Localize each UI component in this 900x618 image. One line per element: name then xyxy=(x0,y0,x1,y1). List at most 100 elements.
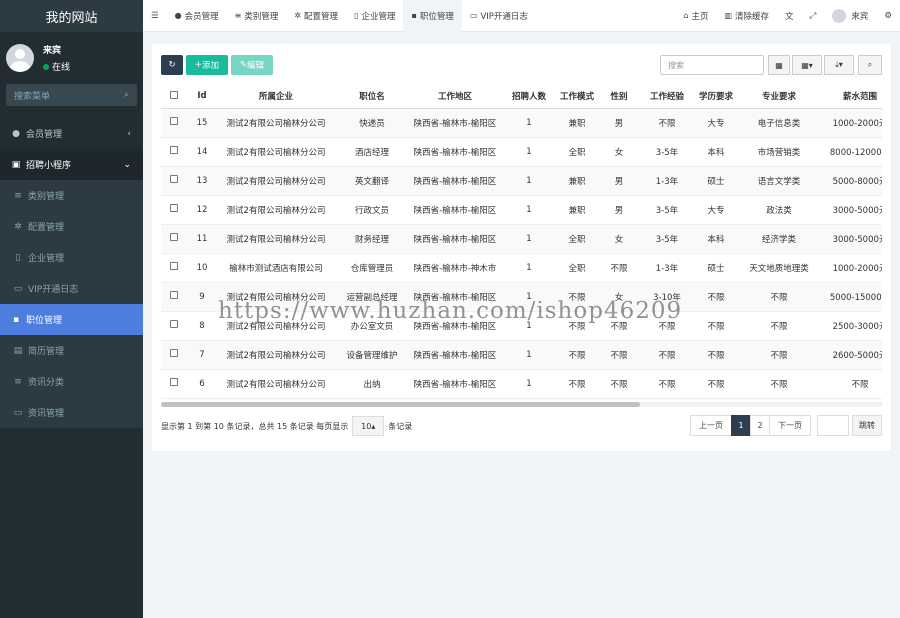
table-cell: 1 xyxy=(501,369,557,399)
sidebar-item-news-categories[interactable]: ≡ 资讯分类 xyxy=(0,366,143,397)
row-checkbox[interactable] xyxy=(161,311,187,341)
table-row[interactable]: 11 测试2有限公司榆林分公司 财务经理 陕西省-榆林市-榆阳区 1 全职女 3-5年 本科经… xyxy=(161,224,882,254)
prev-page-button[interactable]: 上一页 xyxy=(690,415,732,436)
column-header[interactable]: 工作模式 xyxy=(557,85,597,109)
row-checkbox[interactable] xyxy=(161,340,187,370)
toggle-view-button[interactable]: ▦ xyxy=(768,55,790,75)
sidebar-item-companies[interactable]: ▯ 企业管理 xyxy=(0,242,143,273)
tab-positions[interactable]: ▪ 职位管理 xyxy=(403,0,462,32)
language-button[interactable]: 文 xyxy=(777,0,802,32)
row-checkbox[interactable] xyxy=(161,166,187,196)
checkbox-icon[interactable] xyxy=(170,320,178,328)
tab-members[interactable]: ● 会员管理 xyxy=(167,0,227,32)
home-button[interactable]: ⌂ 主页 xyxy=(675,0,716,32)
sidebar-item-categories[interactable]: ≡ 类别管理 xyxy=(0,180,143,211)
search-toggle-button[interactable]: ⌕ xyxy=(858,55,882,75)
table-row[interactable]: 15 测试2有限公司榆林分公司 快递员 陕西省-榆林市-榆阳区 1 兼职男不限 大专 电子信息… xyxy=(161,108,882,138)
menu-search-input[interactable]: 搜索菜单 ⌕ xyxy=(6,84,137,106)
sidebar-item-config[interactable]: ✲ 配置管理 xyxy=(0,211,143,242)
table-cell: 测试2有限公司榆林分公司 xyxy=(217,282,335,312)
row-checkbox[interactable] xyxy=(161,282,187,312)
column-header[interactable]: 薪水范围 xyxy=(819,85,882,109)
table-cell: 兼职 xyxy=(557,108,597,138)
table-row[interactable]: 10 榆林市测试酒店有限公司 仓库管理员 陕西省-榆林市-神木市 1 全职 不限 1-3年 硕士… xyxy=(161,253,882,283)
column-header[interactable]: 性别 xyxy=(597,85,641,109)
edit-button[interactable]: ✎ 编辑 xyxy=(231,55,273,75)
column-header[interactable]: 所属企业 xyxy=(217,85,335,109)
refresh-button[interactable]: ↻ xyxy=(161,55,183,75)
checkbox-icon[interactable] xyxy=(170,146,178,154)
row-checkbox[interactable] xyxy=(161,369,187,399)
column-header[interactable]: 招聘人数 xyxy=(501,85,557,109)
column-header[interactable]: 职位名 xyxy=(335,85,409,109)
sidebar-item-recruit-app[interactable]: ▣ 招聘小程序 ⌄ xyxy=(0,149,143,180)
search-icon[interactable]: ⌕ xyxy=(124,90,129,100)
tab-categories[interactable]: ≡ 类别管理 xyxy=(227,0,287,32)
checkbox-icon[interactable] xyxy=(170,349,178,357)
table-row[interactable]: 13 测试2有限公司榆林分公司 英文翻译 陕西省-榆林市-榆阳区 1 兼职男 1-3年 硕士语… xyxy=(161,166,882,196)
checkbox-icon[interactable] xyxy=(170,117,178,125)
table-row[interactable]: 8 测试2有限公司榆林分公司 办公室文员 陕西省-榆林市-榆阳区 1 不限 不限 不限 不限 不限… xyxy=(161,311,882,341)
page-button-2[interactable]: 2 xyxy=(750,415,770,436)
checkbox-icon[interactable] xyxy=(170,262,178,270)
gears-icon[interactable]: ⚙ xyxy=(884,11,892,21)
add-button[interactable]: + 添加 xyxy=(186,55,228,75)
table-cell: 陕西省-榆林市-榆阳区 xyxy=(409,137,501,167)
checkbox-icon[interactable] xyxy=(170,291,178,299)
jump-button[interactable]: 跳转 xyxy=(852,415,882,436)
clear-cache-button[interactable]: ▥ 清除缓存 xyxy=(716,0,777,32)
tab-vip-log[interactable]: ▭ VIP开通日志 xyxy=(462,0,536,32)
pagination-info-prefix: 显示第 1 到第 10 条记录，总共 15 条记录 每页显示 xyxy=(161,421,349,431)
checkbox-icon[interactable] xyxy=(170,175,178,183)
sidebar-item-members[interactable]: ● 会员管理 ‹ xyxy=(0,118,143,149)
column-header[interactable]: 专业要求 xyxy=(739,85,819,109)
table-search-input[interactable]: 搜索 xyxy=(660,55,764,75)
user-menu[interactable]: 来宾 xyxy=(824,0,876,32)
language-icon[interactable]: 文 xyxy=(785,10,794,22)
sidebar-item-news[interactable]: ▭ 资讯管理 xyxy=(0,397,143,428)
tab-config[interactable]: ✲ 配置管理 xyxy=(286,0,346,32)
data-table-container[interactable]: Id 所属企业 职位名 工作地区 招聘人数 工作模式 性别 工作经验 学历要求 … xyxy=(161,85,882,403)
row-checkbox[interactable] xyxy=(161,195,187,225)
next-page-button[interactable]: 下一页 xyxy=(769,415,811,436)
select-all-checkbox[interactable] xyxy=(161,85,187,109)
hamburger-icon[interactable]: ☰ xyxy=(151,11,159,21)
table-row[interactable]: 14 测试2有限公司榆林分公司 酒店经理 陕西省-榆林市-榆阳区 1 全职女 3-5年 本科市… xyxy=(161,137,882,167)
sidebar-item-resumes[interactable]: ▤ 简历管理 xyxy=(0,335,143,366)
jump-page-input[interactable] xyxy=(817,415,849,436)
checkbox-icon[interactable] xyxy=(170,233,178,241)
row-checkbox[interactable] xyxy=(161,253,187,283)
sidebar-item-vip-log[interactable]: ▭ VIP开通日志 xyxy=(0,273,143,304)
page-button-1[interactable]: 1 xyxy=(731,415,751,436)
row-checkbox[interactable] xyxy=(161,224,187,254)
tab-companies[interactable]: ▯ 企业管理 xyxy=(346,0,403,32)
user-name: 来宾 xyxy=(43,46,62,56)
scrollbar-thumb[interactable] xyxy=(161,402,640,407)
checkbox-icon[interactable] xyxy=(170,378,178,386)
settings-button[interactable]: ⚙ xyxy=(876,0,900,32)
table-cell: 不限 xyxy=(557,282,597,312)
row-checkbox[interactable] xyxy=(161,137,187,167)
table-cell: 全职 xyxy=(557,137,597,167)
export-button[interactable]: ⤓▾ xyxy=(824,55,854,75)
column-header[interactable]: 学历要求 xyxy=(693,85,739,109)
menu-toggle-button[interactable]: ☰ xyxy=(143,0,167,32)
sidebar-item-positions[interactable]: ▪ 职位管理 xyxy=(0,304,143,335)
page-size-select[interactable]: 10 ▴ xyxy=(352,416,385,436)
expand-icon[interactable]: ⤢ xyxy=(810,11,817,21)
site-title[interactable]: 我的网站 xyxy=(0,0,143,32)
table-row[interactable]: 9 测试2有限公司榆林分公司 运营副总经理 陕西省-榆林市-榆阳区 1 不限女 3-10年不… xyxy=(161,282,882,312)
table-row[interactable]: 7 测试2有限公司榆林分公司 设备管理维护 陕西省-榆林市-榆阳区 1 不限 不限 不限 不限不… xyxy=(161,340,882,370)
checkbox-icon[interactable] xyxy=(170,204,178,212)
checkbox-icon[interactable] xyxy=(170,90,178,99)
table-cell: 10 xyxy=(187,253,217,283)
column-header[interactable]: 工作地区 xyxy=(409,85,501,109)
columns-button[interactable]: ▦▾ xyxy=(792,55,822,75)
table-row[interactable]: 6 测试2有限公司榆林分公司 出纳 陕西省-榆林市-榆阳区 1 不限 不限 不限 不限 不限 不限 xyxy=(161,369,882,399)
table-row[interactable]: 12 测试2有限公司榆林分公司 行政文员 陕西省-榆林市-榆阳区 1 兼职男 3-5年 大专政… xyxy=(161,195,882,225)
fullscreen-button[interactable]: ⤢ xyxy=(802,0,825,32)
row-checkbox[interactable] xyxy=(161,108,187,138)
column-header[interactable]: Id xyxy=(187,85,217,109)
horizontal-scrollbar[interactable] xyxy=(161,402,882,407)
column-header[interactable]: 工作经验 xyxy=(641,85,693,109)
